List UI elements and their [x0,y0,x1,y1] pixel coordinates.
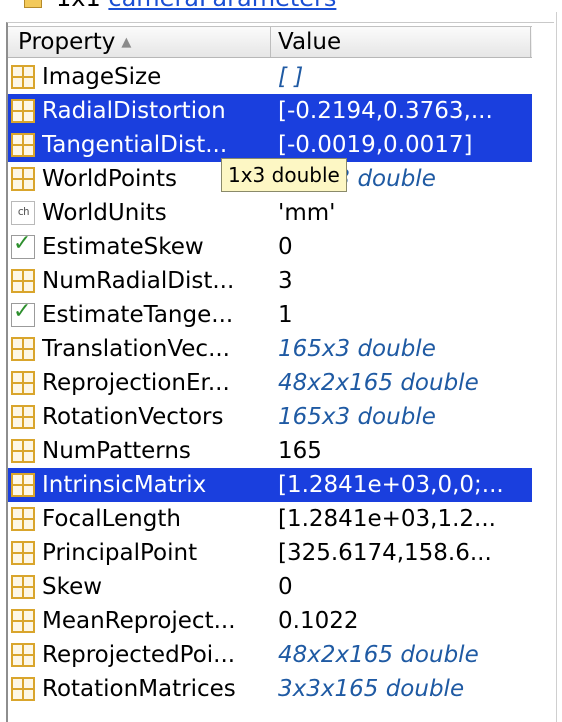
column-divider[interactable] [270,27,271,57]
column-header-value[interactable]: Value [278,27,528,57]
table-row[interactable]: EstimateTange... 1 [8,298,532,332]
table-row[interactable]: MeanReproject... 0.1022 [8,604,532,638]
property-name: EstimateTange... [42,302,234,328]
char-icon: ch [11,201,35,225]
check-icon [11,299,35,327]
property-name: EstimateSkew [42,234,204,260]
variable-title-bar: 1x1 cameraParameters [0,0,562,12]
property-value[interactable]: 165x3 double [278,400,530,434]
property-name: RadialDistortion [42,98,226,124]
property-value[interactable]: 0.1022 [278,604,530,638]
table-row[interactable]: PrincipalPoint [325.6174,158.6... [8,536,532,570]
property-value[interactable]: 48x2x165 double [278,366,530,400]
table-row[interactable]: TranslationVec... 165x3 double [8,332,532,366]
grid-icon [11,643,35,667]
property-name: NumPatterns [42,438,191,464]
property-name: IntrinsicMatrix [42,472,207,498]
property-value[interactable]: 48x2x165 double [278,638,530,672]
column-header-property[interactable]: Property ▲ [18,27,268,57]
property-value[interactable]: 'mm' [278,196,530,230]
grid-icon [11,269,35,293]
property-name: PrincipalPoint [42,540,198,566]
grid-icon [11,405,35,429]
property-name: TranslationVec... [42,336,230,362]
table-row[interactable]: Skew 0 [8,570,532,604]
table-row[interactable]: IntrinsicMatrix [1.2841e+03,0,0;... [8,468,532,502]
table-row[interactable]: ReprojectedPoi... 48x2x165 double [8,638,532,672]
grid-icon [11,133,35,157]
grid-icon [11,541,35,565]
property-value[interactable]: 0 [278,570,530,604]
property-name: RotationVectors [42,404,224,430]
grid-icon [11,439,35,463]
property-value[interactable]: 3 [278,264,530,298]
variable-title: 1x1 cameraParameters [56,0,336,12]
grid-icon [11,677,35,701]
table-row[interactable]: ReprojectionEr... 48x2x165 double [8,366,532,400]
table-header: Property ▲ Value [8,26,532,58]
property-value[interactable]: [1.2841e+03,0,0;... [278,468,530,502]
property-value[interactable]: [-0.0019,0.0017] [278,128,530,162]
property-name: Skew [42,574,103,600]
property-value[interactable]: [ ] [278,60,530,94]
panel-divider[interactable] [556,12,557,722]
grid-icon [11,99,35,123]
table-row[interactable]: NumPatterns 165 [8,434,532,468]
property-name: NumRadialDist... [42,268,235,294]
property-name: RotationMatrices [42,676,236,702]
grid-icon [11,507,35,531]
table-row[interactable]: ch WorldUnits 'mm' [8,196,532,230]
column-header-value-label: Value [278,29,342,55]
table-row[interactable]: EstimateSkew 0 [8,230,532,264]
table-row[interactable]: ImageSize [ ] [8,60,532,94]
value-tooltip: 1x3 double [221,158,347,192]
grid-icon [11,167,35,191]
property-value[interactable]: 165x3 double [278,332,530,366]
property-name: ReprojectedPoi... [42,642,236,668]
property-name: ReprojectionEr... [42,370,230,396]
property-name: WorldUnits [42,200,167,226]
property-value[interactable]: [1.2841e+03,1.2... [278,502,530,536]
table-row[interactable]: FocalLength [1.2841e+03,1.2... [8,502,532,536]
check-icon [11,231,35,259]
sort-ascending-icon[interactable]: ▲ [121,35,131,50]
property-name: ImageSize [42,64,162,90]
property-name: MeanReproject... [42,608,236,634]
property-value[interactable]: 0 [278,230,530,264]
property-value[interactable]: 3x3x165 double [278,672,530,706]
struct-icon [24,0,42,8]
tooltip-text: 1x3 double [228,163,340,187]
table-row[interactable]: RadialDistortion [-0.2194,0.3763,... [8,94,532,128]
property-name: FocalLength [42,506,181,532]
table-row[interactable]: RotationMatrices 3x3x165 double [8,672,532,706]
table-row[interactable]: TangentialDist... [-0.0019,0.0017] [8,128,532,162]
grid-icon [11,337,35,361]
property-list: ImageSize [ ] RadialDistortion [-0.2194,0.3… [8,60,532,706]
property-value[interactable]: [-0.2194,0.3763,... [278,94,530,128]
property-value[interactable]: [325.6174,158.6... [278,536,530,570]
column-header-property-label: Property [18,29,116,55]
grid-icon [11,65,35,89]
column-divider-end [530,27,531,57]
table-row[interactable]: RotationVectors 165x3 double [8,400,532,434]
grid-icon [11,473,35,497]
class-link[interactable]: cameraParameters [108,0,336,12]
grid-icon [11,609,35,633]
property-value[interactable]: 1 [278,298,530,332]
property-value[interactable]: 165 [278,434,530,468]
grid-icon [11,575,35,599]
variable-size: 1x1 [56,0,101,12]
table-row[interactable]: NumRadialDist... 3 [8,264,532,298]
grid-icon [11,371,35,395]
property-name: TangentialDist... [42,132,228,158]
